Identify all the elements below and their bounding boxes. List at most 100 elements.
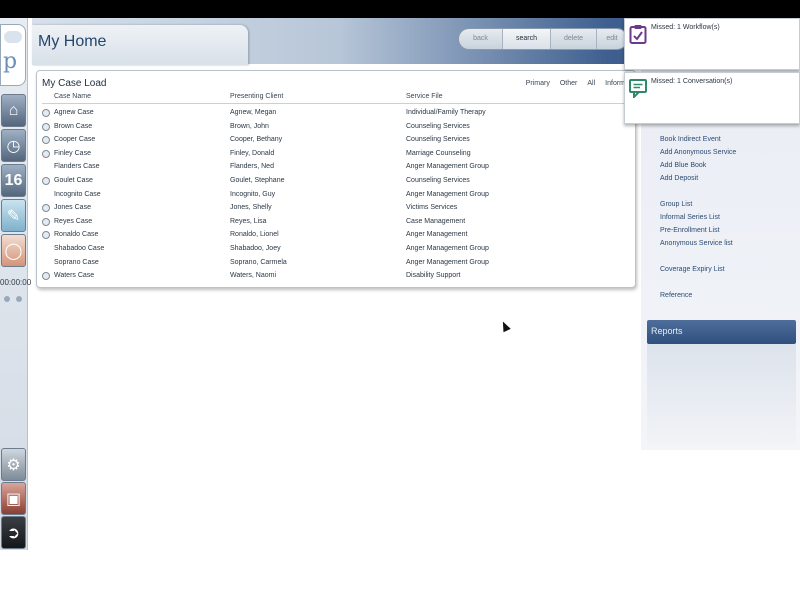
table-row[interactable]: Goulet Case Goulet, Stephane Counseling Se… (37, 175, 635, 189)
service-file-cell[interactable]: Counseling Services (406, 123, 470, 130)
gear-icon[interactable] (42, 149, 50, 158)
case-name-cell[interactable]: Agnew Case (54, 109, 94, 116)
case-name-cell[interactable]: Reyes Case (54, 218, 92, 225)
edit-button[interactable]: edit (597, 29, 627, 49)
gear-icon[interactable] (42, 231, 50, 240)
case-name-cell[interactable]: Jones Case (54, 204, 91, 211)
dock-button-media[interactable]: ▣ (1, 482, 26, 515)
presenting-client-cell[interactable]: Goulet, Stephane (230, 177, 285, 184)
gear-icon[interactable] (42, 136, 50, 145)
gear-icon[interactable] (42, 176, 50, 185)
service-file-cell[interactable]: Disability Support (406, 272, 460, 279)
service-file-cell[interactable]: Victims Services (406, 204, 457, 211)
service-file-cell[interactable]: Individual/Family Therapy (406, 109, 486, 116)
notification-workflow[interactable]: Missed: 1 Workflow(s) (624, 18, 800, 70)
service-file-cell[interactable]: Counseling Services (406, 177, 470, 184)
table-row[interactable]: Jones Case Jones, Shelly Victims Services (37, 202, 635, 216)
presenting-client-cell[interactable]: Cooper, Bethany (230, 136, 282, 143)
gear-icon[interactable] (42, 217, 50, 226)
back-button[interactable]: back (459, 29, 503, 49)
table-row[interactable]: Waters Case Waters, Naomi Disability Suppo… (37, 270, 635, 284)
table-row[interactable]: Agnew Case Agnew, Megan Individual/Family … (37, 107, 635, 121)
filter-other[interactable]: Other (560, 80, 578, 87)
gear-icon[interactable] (42, 272, 50, 281)
presenting-client-cell[interactable]: Waters, Naomi (230, 272, 276, 279)
presenting-client-cell[interactable]: Jones, Shelly (230, 204, 272, 211)
presenting-client-cell[interactable]: Soprano, Carmela (230, 259, 287, 266)
dock-button-exit[interactable]: ➲ (1, 516, 26, 549)
column-header-service-file[interactable]: Service File (406, 93, 443, 100)
service-file-cell[interactable]: Anger Management Group (406, 245, 489, 252)
dock-button-calendar[interactable]: 16 (1, 164, 26, 197)
case-name-cell[interactable]: Finley Case (54, 150, 91, 157)
filter-inform[interactable]: Inform (605, 80, 625, 87)
case-name-cell[interactable]: Ronaldo Case (54, 231, 98, 238)
sidebar-link[interactable]: Add Deposit (660, 175, 698, 182)
sidebar-link[interactable]: Anonymous Service list (660, 240, 733, 247)
notes-icon: ✎ (6, 207, 21, 225)
presenting-client-cell[interactable]: Ronaldo, Lionel (230, 231, 279, 238)
presenting-client-cell[interactable]: Agnew, Megan (230, 109, 276, 116)
case-name-cell[interactable]: Shabadoo Case (54, 245, 104, 252)
app-logo[interactable]: p (0, 24, 26, 86)
search-button[interactable]: search (503, 29, 551, 49)
gear-icon[interactable] (42, 109, 50, 117)
service-file-cell[interactable]: Anger Management Group (406, 259, 489, 266)
filter-all[interactable]: All (587, 80, 595, 87)
table-row[interactable]: Flanders Case Flanders, Ned Anger Manageme… (37, 161, 635, 175)
table-row[interactable]: Incognito Case Incognito, Guy Anger Manage… (37, 189, 635, 203)
column-header-case-name[interactable]: Case Name (54, 93, 91, 100)
service-file-cell[interactable]: Anger Management Group (406, 163, 489, 170)
gear-icon: ⚙ (6, 456, 21, 474)
sidebar-link[interactable]: Group List (660, 201, 692, 208)
presenting-client-cell[interactable]: Incognito, Guy (230, 191, 275, 198)
gear-icon[interactable] (42, 204, 50, 213)
presenting-client-cell[interactable]: Reyes, Lisa (230, 218, 267, 225)
notification-conversation[interactable]: Missed: 1 Conversation(s) (624, 72, 800, 124)
sidebar-link[interactable]: Add Anonymous Service (660, 149, 736, 156)
presenting-client-cell[interactable]: Finley, Donald (230, 150, 274, 157)
service-file-cell[interactable]: Case Management (406, 218, 465, 225)
sidebar-link[interactable]: Add Blue Book (660, 162, 706, 169)
service-file-cell[interactable]: Counseling Services (406, 136, 470, 143)
case-name-cell[interactable]: Soprano Case (54, 259, 99, 266)
status-dot-icon (16, 296, 22, 302)
dock-button-settings[interactable]: ⚙ (1, 448, 26, 481)
case-name-cell[interactable]: Brown Case (54, 123, 92, 130)
sidebar-link[interactable]: Pre-Enrollment List (660, 227, 720, 234)
gear-icon[interactable] (42, 122, 50, 131)
sidebar-link[interactable]: Coverage Expiry List (660, 266, 725, 273)
table-row[interactable]: Soprano Case Soprano, Carmela Anger Manage… (37, 257, 635, 271)
table-row[interactable]: Reyes Case Reyes, Lisa Case Management (37, 216, 635, 230)
clipboard-check-icon (629, 25, 647, 44)
case-name-cell[interactable]: Flanders Case (54, 163, 100, 170)
presenting-client-cell[interactable]: Shabadoo, Joey (230, 245, 281, 252)
service-file-cell[interactable]: Anger Management (406, 231, 467, 238)
dock-button-home[interactable]: ⌂ (1, 94, 26, 127)
dock-button-notes[interactable]: ✎ (1, 199, 26, 232)
table-row[interactable]: Ronaldo Case Ronaldo, Lionel Anger Managem… (37, 229, 635, 243)
sidebar-link[interactable]: Book Indirect Event (660, 136, 721, 143)
presenting-client-cell[interactable]: Brown, John (230, 123, 269, 130)
dock-button-lifebuoy[interactable]: ◯ (1, 234, 26, 267)
table-row[interactable]: Finley Case Finley, Donald Marriage Counse… (37, 148, 635, 162)
delete-button[interactable]: delete (551, 29, 597, 49)
case-name-cell[interactable]: Goulet Case (54, 177, 93, 184)
presenting-client-cell[interactable]: Flanders, Ned (230, 163, 274, 170)
table-row[interactable]: Brown Case Brown, John Counseling Services (37, 121, 635, 135)
case-name-cell[interactable]: Waters Case (54, 272, 94, 279)
column-header-presenting-client[interactable]: Presenting Client (230, 93, 283, 100)
dock-button-clock[interactable]: ◷ (1, 129, 26, 162)
service-file-cell[interactable]: Anger Management Group (406, 191, 489, 198)
reports-section-body (647, 344, 796, 444)
home-tab[interactable]: My Home (32, 25, 248, 65)
case-name-cell[interactable]: Incognito Case (54, 191, 101, 198)
table-row[interactable]: Shabadoo Case Shabadoo, Joey Anger Managem… (37, 243, 635, 257)
sidebar-link[interactable]: Reference (660, 292, 692, 299)
service-file-cell[interactable]: Marriage Counseling (406, 150, 471, 157)
reports-section-header[interactable]: Reports (647, 320, 796, 344)
table-row[interactable]: Cooper Case Cooper, Bethany Counseling Ser… (37, 134, 635, 148)
case-name-cell[interactable]: Cooper Case (54, 136, 95, 143)
filter-primary[interactable]: Primary (526, 80, 550, 87)
sidebar-link[interactable]: Informal Series List (660, 214, 720, 221)
